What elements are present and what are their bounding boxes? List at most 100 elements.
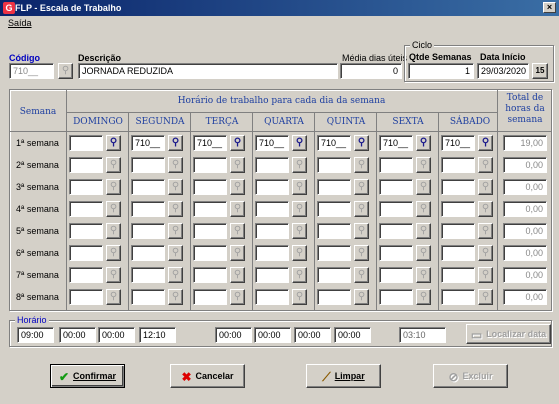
schedule-cell-field[interactable] [255,267,289,283]
excluir-button[interactable]: ⊘ Excluir [433,364,508,388]
binoculars-icon[interactable]: ⚲ [478,179,493,195]
schedule-cell-field[interactable] [193,157,227,173]
close-button[interactable]: × [543,2,556,13]
binoculars-icon[interactable]: ⚲ [230,157,245,173]
schedule-cell-field[interactable] [317,289,351,305]
binoculars-icon[interactable]: ⚲ [416,157,431,173]
binoculars-icon[interactable]: ⚲ [416,135,431,151]
schedule-cell-field[interactable] [255,157,289,173]
schedule-cell-field[interactable] [255,179,289,195]
schedule-cell-field[interactable] [193,289,227,305]
binoculars-icon[interactable]: ⚲ [230,223,245,239]
binoculars-icon[interactable]: ⚲ [292,157,307,173]
schedule-cell-field[interactable] [441,267,475,283]
schedule-cell-field[interactable] [69,135,103,151]
binoculars-icon[interactable]: ⚲ [292,289,307,305]
schedule-cell-field[interactable] [131,289,165,305]
binoculars-icon[interactable]: ⚲ [230,289,245,305]
binoculars-icon[interactable]: ⚲ [354,289,369,305]
qtde-semanas-field[interactable]: 1 [408,63,474,79]
binoculars-icon[interactable]: ⚲ [230,267,245,283]
binoculars-icon[interactable]: ⚲ [168,201,183,217]
binoculars-icon[interactable]: ⚲ [106,135,121,151]
schedule-cell-field[interactable] [379,201,413,217]
binoculars-icon[interactable]: ⚲ [478,267,493,283]
binoculars-icon[interactable]: ⚲ [416,245,431,261]
schedule-cell-field[interactable]: 710__ [193,135,227,151]
schedule-cell-field[interactable] [317,267,351,283]
week-total-field[interactable]: 0,00 [503,157,547,173]
binoculars-icon[interactable]: ⚲ [292,223,307,239]
schedule-cell-field[interactable] [131,245,165,261]
schedule-cell-field[interactable] [379,223,413,239]
binoculars-icon[interactable]: ⚲ [168,223,183,239]
binoculars-icon[interactable]: ⚲ [168,245,183,261]
binoculars-icon[interactable]: ⚲ [106,157,121,173]
horario-total-field[interactable]: 03:10 [399,327,446,343]
schedule-cell-field[interactable] [255,223,289,239]
schedule-cell-field[interactable] [131,179,165,195]
binoculars-icon[interactable]: ⚲ [354,157,369,173]
binoculars-icon[interactable]: ⚲ [168,135,183,151]
binoculars-icon[interactable]: ⚲ [168,289,183,305]
schedule-cell-field[interactable] [317,223,351,239]
schedule-cell-field[interactable] [193,245,227,261]
limpar-button[interactable]: ⟋ Limpar [306,364,381,388]
codigo-field[interactable]: 710__ [9,63,54,79]
binoculars-icon[interactable]: ⚲ [106,267,121,283]
binoculars-icon[interactable]: ⚲ [354,201,369,217]
schedule-cell-field[interactable] [131,267,165,283]
confirmar-button[interactable]: ✔ Confirmar [50,364,125,388]
cancelar-button[interactable]: ✖ Cancelar [170,364,245,388]
binoculars-icon[interactable]: ⚲ [230,179,245,195]
binoculars-icon[interactable]: ⚲ [416,223,431,239]
schedule-cell-field[interactable] [441,157,475,173]
descricao-field[interactable]: JORNADA REDUZIDA [78,63,338,79]
binoculars-icon[interactable]: ⚲ [168,157,183,173]
schedule-cell-field[interactable] [69,267,103,283]
binoculars-icon[interactable]: ⚲ [354,245,369,261]
horario-time-field[interactable]: 00:00 [98,327,135,343]
schedule-cell-field[interactable] [379,245,413,261]
schedule-cell-field[interactable] [379,289,413,305]
schedule-cell-field[interactable] [379,179,413,195]
binoculars-icon[interactable]: ⚲ [354,223,369,239]
binoculars-icon[interactable]: ⚲ [478,135,493,151]
binoculars-icon[interactable]: ⚲ [106,289,121,305]
binoculars-icon[interactable]: ⚲ [168,179,183,195]
schedule-cell-field[interactable] [193,179,227,195]
horario-time-field[interactable]: 09:00 [17,327,54,343]
binoculars-icon[interactable]: ⚲ [230,135,245,151]
schedule-cell-field[interactable] [69,201,103,217]
binoculars-icon[interactable]: ⚲ [478,245,493,261]
binoculars-icon[interactable]: ⚲ [354,267,369,283]
schedule-cell-field[interactable] [317,179,351,195]
binoculars-icon[interactable]: ⚲ [354,179,369,195]
binoculars-icon[interactable]: ⚲ [292,267,307,283]
schedule-cell-field[interactable] [193,267,227,283]
schedule-cell-field[interactable]: 710__ [255,135,289,151]
schedule-cell-field[interactable] [131,223,165,239]
binoculars-icon[interactable]: ⚲ [478,201,493,217]
schedule-cell-field[interactable] [193,201,227,217]
binoculars-icon[interactable]: ⚲ [354,135,369,151]
calendar-icon[interactable]: 15 [532,63,548,79]
horario-time-field[interactable]: 00:00 [294,327,331,343]
horario-time-field[interactable]: 00:00 [59,327,96,343]
binoculars-icon[interactable]: ⚲ [416,179,431,195]
binoculars-icon[interactable]: ⚲ [230,201,245,217]
binoculars-icon[interactable]: ⚲ [106,201,121,217]
horario-time-field[interactable]: 12:10 [139,327,176,343]
binoculars-icon[interactable]: ⚲ [58,63,73,79]
schedule-cell-field[interactable] [131,201,165,217]
schedule-cell-field[interactable] [317,201,351,217]
data-inicio-field[interactable]: 29/03/2020 [477,63,529,79]
schedule-cell-field[interactable] [69,179,103,195]
binoculars-icon[interactable]: ⚲ [292,201,307,217]
schedule-cell-field[interactable] [441,245,475,261]
binoculars-icon[interactable]: ⚲ [416,267,431,283]
schedule-cell-field[interactable] [69,223,103,239]
schedule-cell-field[interactable]: 710__ [131,135,165,151]
binoculars-icon[interactable]: ⚲ [416,289,431,305]
schedule-cell-field[interactable] [69,157,103,173]
